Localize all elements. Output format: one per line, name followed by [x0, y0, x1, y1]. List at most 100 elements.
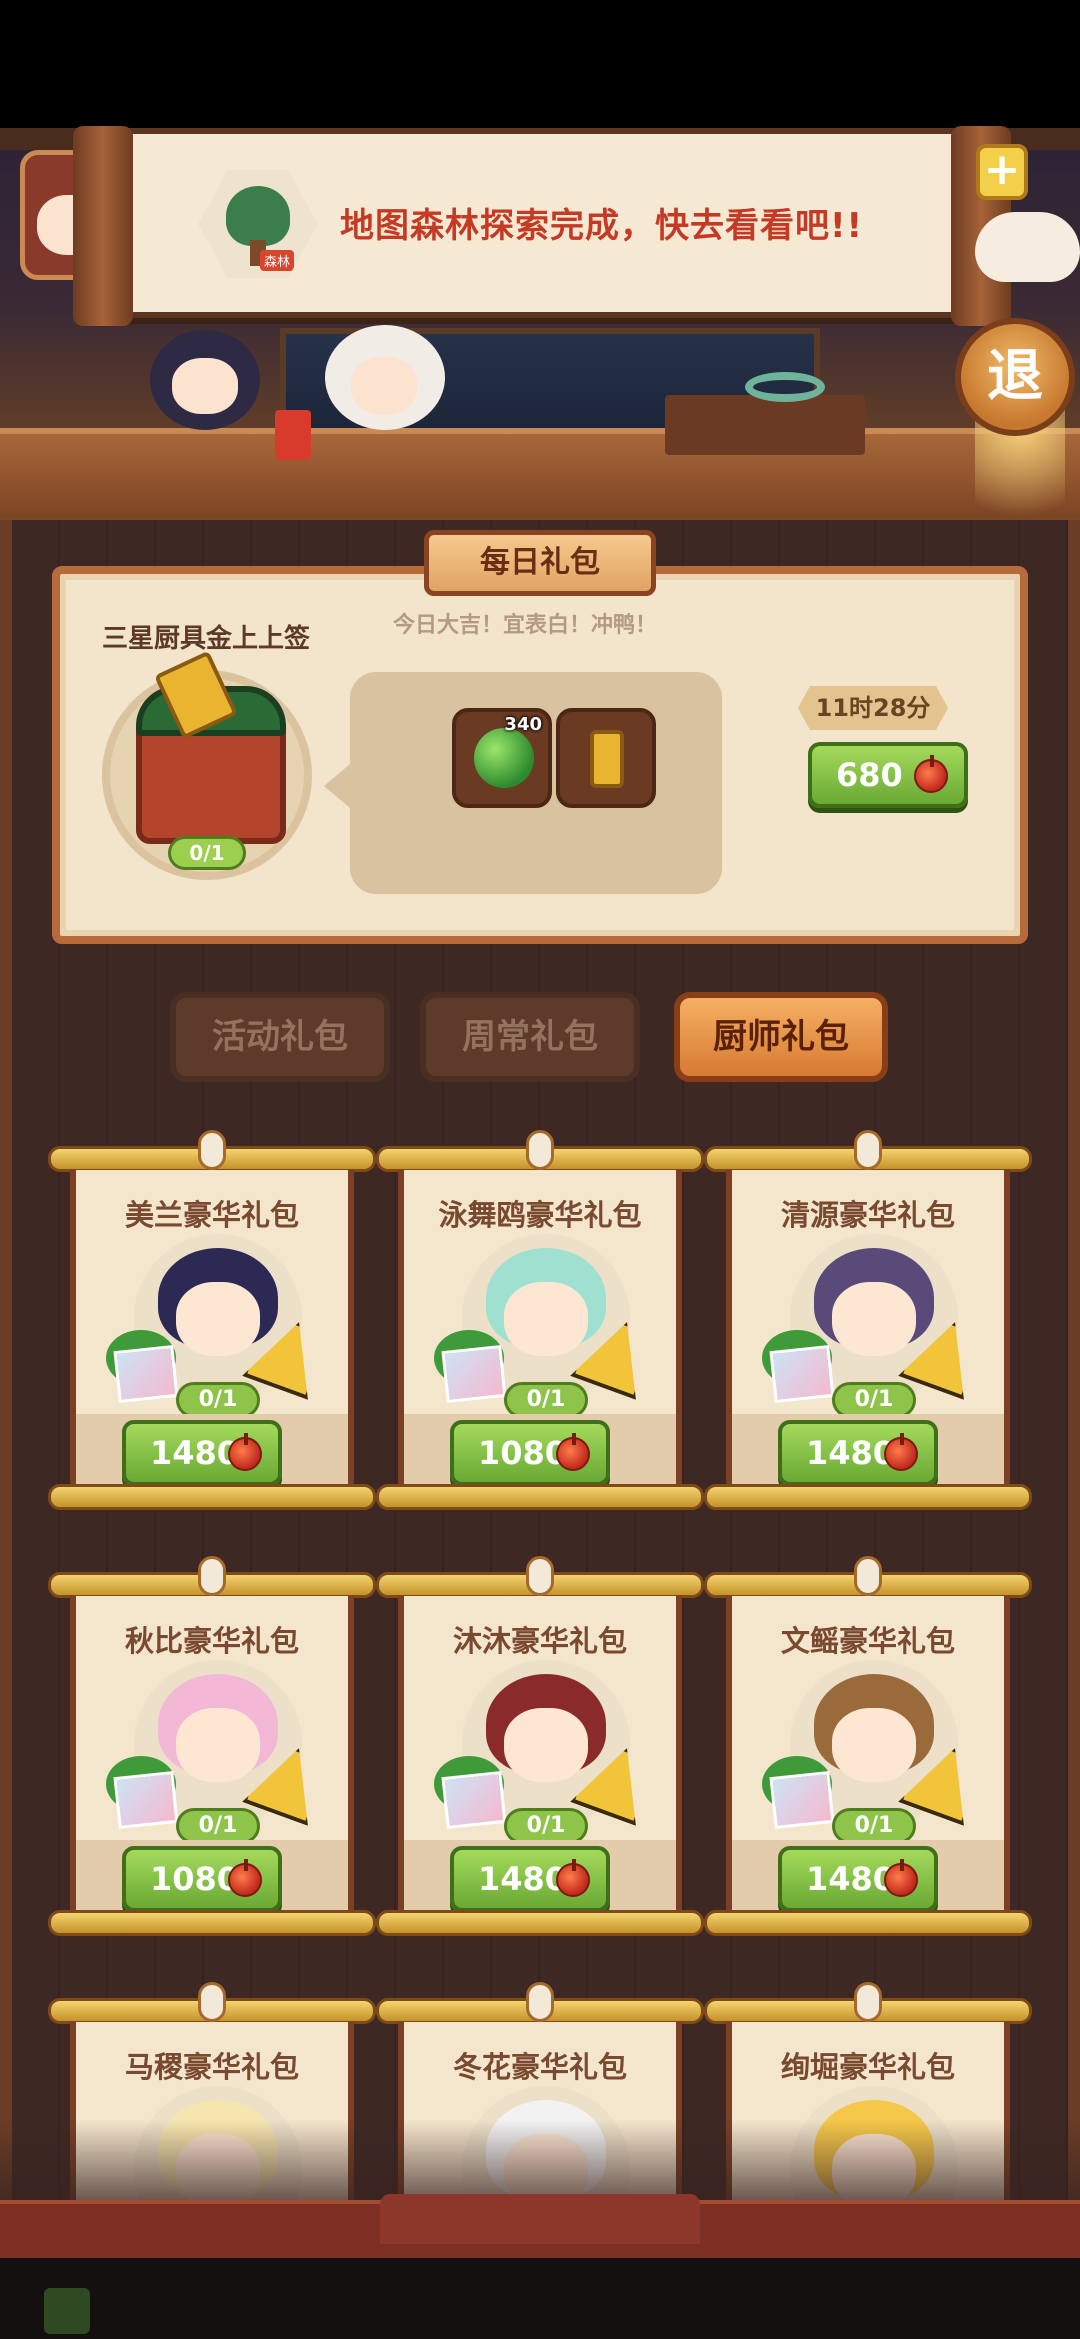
chef-pack-card[interactable]: 沐沐豪华礼包 0/1 1480 — [376, 1556, 704, 1936]
chef-face — [176, 1708, 260, 1782]
chef-pack-name: 沐沐豪华礼包 — [452, 1624, 627, 1658]
chef-pack-card[interactable]: 文鳐豪华礼包 0/1 1480 — [704, 1556, 1032, 1936]
add-button[interactable]: + — [976, 144, 1028, 200]
scroll-knob — [526, 1982, 554, 2022]
price-area: 1480 — [732, 1840, 1004, 1916]
scroll-knob — [526, 1556, 554, 1596]
chef-face — [832, 1708, 916, 1782]
price-area: 1480 — [76, 1414, 348, 1490]
chef-pack-name: 秋比豪华礼包 — [124, 1624, 299, 1658]
treasure-chest-icon — [136, 650, 286, 844]
scroll-bottom-bar — [704, 1910, 1032, 1936]
forest-tag: 森林 — [260, 250, 295, 271]
scroll-bottom-bar — [376, 1910, 704, 1936]
chef-character-dark-hair — [150, 330, 260, 430]
price-area: 1080 — [76, 1840, 348, 1916]
chef-pack-price: 1480 — [478, 1860, 568, 1898]
chef-pack-count: 0/1 — [832, 1808, 916, 1844]
chef-pack-count: 0/1 — [832, 1382, 916, 1418]
chef-face — [504, 1282, 588, 1356]
price-area: 1080 — [404, 1414, 676, 1490]
chef-pack-buy-button[interactable]: 1480 — [450, 1846, 610, 1912]
exit-button[interactable]: 退 — [955, 318, 1075, 436]
daily-pack-card: 三星厨具金上上签 0/1 今日大吉！宜表白！冲鸭！ 340 11时28分 680 — [52, 566, 1028, 944]
chef-face — [176, 1282, 260, 1356]
tab-weekly-packs[interactable]: 周常礼包 — [420, 992, 640, 1082]
reward-item-sticks[interactable] — [556, 708, 656, 808]
cloud-decoration — [975, 212, 1080, 282]
scroll-knob — [854, 1556, 882, 1596]
red-coin-icon — [556, 1433, 590, 1471]
card-body: 秋比豪华礼包 0/1 1080 — [70, 1596, 354, 1916]
scroll-knob — [854, 1982, 882, 2022]
jade-bracelet-prop — [745, 372, 825, 402]
scroll-bottom-bar — [48, 1910, 376, 1936]
card-body: 清源豪华礼包 0/1 1480 — [726, 1170, 1010, 1490]
photo-card-icon — [113, 1345, 179, 1403]
chef-pack-card[interactable]: 清源豪华礼包 0/1 1480 — [704, 1130, 1032, 1510]
daily-timer: 11时28分 — [798, 686, 948, 730]
chef-pack-name: 泳舞鸥豪华礼包 — [438, 1198, 642, 1232]
red-coin-icon — [228, 1859, 262, 1897]
daily-slogan: 今日大吉！宜表白！冲鸭！ — [392, 613, 657, 638]
scroll-roll-left — [73, 126, 133, 326]
card-body: 泳舞鸥豪华礼包 0/1 1080 — [398, 1170, 682, 1490]
price-area: 1480 — [732, 1414, 1004, 1490]
wooden-counter — [0, 428, 1080, 518]
red-coin-icon — [556, 1859, 590, 1897]
scroll-knob — [854, 1130, 882, 1170]
chef-character-white-hair — [325, 325, 445, 430]
chef-face — [504, 1708, 588, 1782]
chef-pack-name: 马稷豪华礼包 — [124, 2050, 299, 2084]
daily-price: 680 — [836, 756, 903, 794]
chef-pack-count: 0/1 — [504, 1808, 588, 1844]
chef-pack-price: 1080 — [150, 1860, 240, 1898]
bamboo-sticks-icon — [590, 730, 624, 788]
chef-pack-name: 冬花豪华礼包 — [452, 2050, 627, 2084]
scroll-knob — [526, 1130, 554, 1170]
tab-chef-packs[interactable]: 厨师礼包 — [674, 992, 888, 1082]
corner-square-icon — [44, 2288, 90, 2334]
chef-pack-name: 文鳐豪华礼包 — [780, 1624, 955, 1658]
bottom-bar — [0, 2194, 1080, 2258]
card-body: 美兰豪华礼包 0/1 1480 — [70, 1170, 354, 1490]
reward-item-jade[interactable]: 340 — [452, 708, 552, 808]
red-coin-icon — [914, 755, 948, 793]
price-area: 1480 — [404, 1840, 676, 1916]
red-coin-icon — [228, 1433, 262, 1471]
chef-pack-price: 1480 — [150, 1434, 240, 1472]
chef-pack-buy-button[interactable]: 1480 — [122, 1420, 282, 1486]
daily-buy-button[interactable]: 680 — [808, 742, 968, 808]
red-coin-icon — [884, 1859, 918, 1897]
chef-pack-count: 0/1 — [504, 1382, 588, 1418]
scroll-knob — [198, 1556, 226, 1596]
daily-pack-header: 每日礼包 — [424, 530, 656, 596]
chef-pack-price: 1080 — [478, 1434, 568, 1472]
chef-pack-buy-button[interactable]: 1080 — [450, 1420, 610, 1486]
scroll-bottom-bar — [376, 1484, 704, 1510]
chef-pack-count: 0/1 — [176, 1382, 260, 1418]
red-jar-prop — [275, 410, 311, 460]
forest-map-icon: 森林 — [198, 170, 318, 278]
chef-pack-buy-button[interactable]: 1080 — [122, 1846, 282, 1912]
daily-pack-count: 0/1 — [168, 836, 246, 870]
chef-pack-price: 1480 — [806, 1434, 896, 1472]
chef-pack-card[interactable]: 秋比豪华礼包 0/1 1080 — [48, 1556, 376, 1936]
scroll-bottom-bar — [704, 1484, 1032, 1510]
tab-event-packs[interactable]: 活动礼包 — [170, 992, 390, 1082]
chef-pack-name: 绚堀豪华礼包 — [780, 2050, 955, 2084]
exploration-notification[interactable]: 森林 地图森林探索完成，快去看看吧!! — [73, 126, 1011, 326]
chef-pack-card[interactable]: 泳舞鸥豪华礼包 0/1 1080 — [376, 1130, 704, 1510]
chef-pack-price: 1480 — [806, 1860, 896, 1898]
chef-pack-name: 美兰豪华礼包 — [124, 1198, 299, 1232]
bottom-strip — [0, 2258, 1080, 2339]
chef-pack-name: 清源豪华礼包 — [780, 1198, 955, 1232]
chef-pack-buy-button[interactable]: 1480 — [778, 1420, 938, 1486]
chef-pack-count: 0/1 — [176, 1808, 260, 1844]
chef-face — [832, 1282, 916, 1356]
photo-card-icon — [769, 1345, 835, 1403]
scroll-knob — [198, 1130, 226, 1170]
photo-card-icon — [441, 1771, 507, 1829]
chef-pack-card[interactable]: 美兰豪华礼包 0/1 1480 — [48, 1130, 376, 1510]
chef-pack-buy-button[interactable]: 1480 — [778, 1846, 938, 1912]
